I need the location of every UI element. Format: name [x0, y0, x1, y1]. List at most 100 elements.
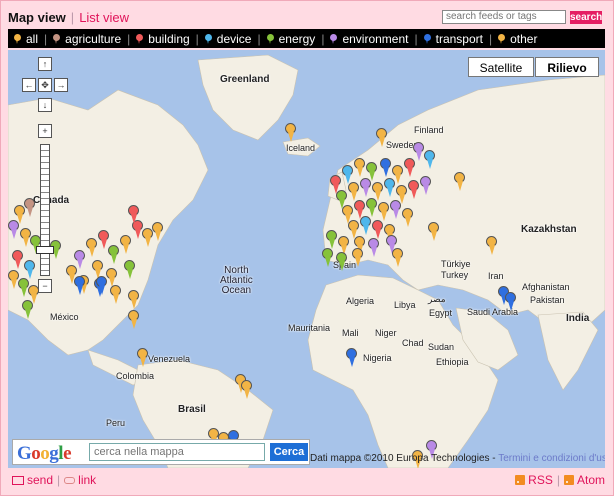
feed-marker[interactable]: [241, 380, 253, 400]
feed-marker[interactable]: [404, 158, 416, 178]
feed-marker[interactable]: [420, 176, 432, 196]
satellite-map-button[interactable]: Satellite: [468, 57, 534, 77]
map-label-turkiye: Türkiye: [441, 259, 471, 269]
feed-marker[interactable]: [74, 276, 86, 296]
category-label: environment: [342, 31, 409, 46]
feed-marker[interactable]: [110, 285, 122, 305]
feed-marker[interactable]: [24, 260, 36, 280]
separator: |: [127, 31, 131, 46]
footer: send | link RSS | Atom: [8, 473, 605, 489]
map-label-mexico: México: [50, 312, 79, 322]
separator: |: [257, 31, 261, 46]
map-label-ethiopia: Ethiopia: [436, 357, 469, 367]
send-link[interactable]: send: [27, 473, 53, 487]
map-copyright: Dati mappa ©2010 Europa Technologies - T…: [310, 453, 605, 464]
pan-up-icon[interactable]: ↑: [38, 57, 52, 71]
zoom-in-icon[interactable]: +: [38, 124, 52, 138]
feed-marker[interactable]: [152, 222, 164, 242]
feed-marker[interactable]: [354, 158, 366, 178]
feed-marker[interactable]: [96, 276, 108, 296]
pan-right-icon[interactable]: →: [54, 78, 68, 92]
pan-down-icon[interactable]: ↓: [38, 98, 52, 112]
feed-marker[interactable]: [505, 292, 517, 312]
feed-marker[interactable]: [22, 300, 34, 320]
feed-marker[interactable]: [408, 180, 420, 200]
feed-marker[interactable]: [360, 216, 372, 236]
feed-marker[interactable]: [454, 172, 466, 192]
ocean-word-3: Ocean: [221, 285, 252, 296]
feed-marker[interactable]: [372, 220, 384, 240]
feed-marker[interactable]: [392, 248, 404, 268]
map-view-tab[interactable]: Map view: [8, 10, 66, 25]
map-search-button[interactable]: Cerca: [270, 443, 308, 461]
rss-icon: [515, 475, 526, 485]
pin-icon: [14, 34, 21, 44]
zoom-slider-thumb[interactable]: [36, 246, 54, 254]
feed-marker[interactable]: [402, 208, 414, 228]
feed-marker[interactable]: [486, 236, 498, 256]
map-label-turkey: Turkey: [441, 270, 469, 280]
feed-marker[interactable]: [322, 248, 334, 268]
pin-icon: [498, 34, 506, 44]
category-environment[interactable]: environment |: [330, 31, 418, 46]
feed-marker[interactable]: [428, 222, 440, 242]
terrain-map-button[interactable]: Rilievo: [535, 57, 599, 77]
feed-marker[interactable]: [348, 182, 360, 202]
map-label-niger: Niger: [375, 328, 397, 338]
feed-marker[interactable]: [368, 238, 380, 258]
category-agriculture[interactable]: agriculture |: [53, 32, 130, 46]
category-other[interactable]: other: [498, 32, 537, 46]
feed-marker[interactable]: [390, 200, 402, 220]
feed-marker[interactable]: [8, 220, 20, 240]
category-transport[interactable]: transport |: [423, 32, 492, 46]
feed-marker[interactable]: [376, 128, 388, 148]
feed-marker[interactable]: [86, 238, 98, 258]
feed-marker[interactable]: [352, 248, 364, 268]
category-energy[interactable]: energy |: [266, 31, 324, 46]
permalink-link[interactable]: link: [78, 473, 96, 487]
pan-left-icon[interactable]: ←: [22, 78, 36, 92]
category-label: other: [510, 31, 538, 46]
feed-marker[interactable]: [124, 260, 136, 280]
map-label-nigeria: Nigeria: [363, 353, 392, 363]
category-label: agriculture: [65, 31, 122, 46]
list-view-tab[interactable]: List view: [79, 10, 129, 25]
category-label: energy: [278, 31, 316, 46]
pan-center-icon[interactable]: ✥: [38, 78, 52, 92]
feed-marker[interactable]: [128, 310, 140, 330]
zoom-slider-track[interactable]: [40, 144, 50, 276]
feed-marker[interactable]: [137, 348, 149, 368]
map-search-input[interactable]: [89, 443, 265, 461]
search-feeds-input[interactable]: [442, 10, 566, 24]
atom-link[interactable]: Atom: [577, 473, 605, 487]
zoom-out-icon[interactable]: −: [38, 279, 52, 293]
feed-marker[interactable]: [380, 158, 392, 178]
feed-marker[interactable]: [128, 290, 140, 310]
feed-marker[interactable]: [12, 250, 24, 270]
feed-marker[interactable]: [24, 198, 36, 218]
feed-marker[interactable]: [424, 150, 436, 170]
feed-marker[interactable]: [366, 198, 378, 218]
feed-marker[interactable]: [108, 245, 120, 265]
feed-marker[interactable]: [285, 123, 297, 143]
copyright-text: Dati mappa ©2010 Europa Technologies -: [310, 453, 499, 464]
feed-marker[interactable]: [128, 205, 140, 225]
map-label-algeria: Algeria: [346, 296, 375, 306]
search-button[interactable]: search: [570, 11, 602, 24]
feed-marker[interactable]: [360, 178, 372, 198]
category-device[interactable]: device |: [204, 31, 261, 46]
feed-marker[interactable]: [336, 252, 348, 272]
feed-marker[interactable]: [346, 348, 358, 368]
feed-marker[interactable]: [384, 178, 396, 198]
map-label-finland: Finland: [414, 125, 444, 135]
feed-marker[interactable]: [120, 235, 132, 255]
rss-link[interactable]: RSS: [528, 473, 553, 487]
category-building[interactable]: building |: [136, 32, 199, 46]
map-canvas[interactable]: Greenland Iceland Finland Sweden Canada …: [8, 50, 605, 468]
feed-marker[interactable]: [378, 202, 390, 222]
feed-marker[interactable]: [326, 230, 338, 250]
map-label-india: India: [566, 313, 590, 324]
terms-link[interactable]: Termini e condizioni d'uso: [498, 453, 605, 464]
category-all[interactable]: all |: [14, 32, 47, 46]
map-label-venezuela: Venezuela: [148, 354, 191, 364]
